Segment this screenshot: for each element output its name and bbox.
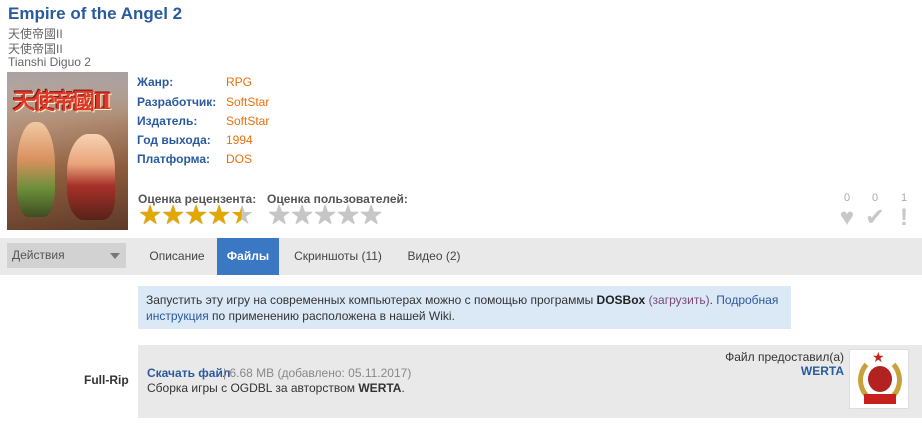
year-label: Год выхода: <box>137 133 211 147</box>
star-icon[interactable]: ★ <box>290 202 314 229</box>
actions-dropdown[interactable]: Действия <box>7 243 126 268</box>
reviewer-rating-stars: ★ ★ ★ ★ ★ <box>138 200 255 231</box>
tab-video[interactable]: Видео (2) <box>396 238 472 275</box>
developer-value[interactable]: SoftStar <box>226 95 269 109</box>
game-title: Empire of the Angel 2 <box>8 4 183 23</box>
provided-by-label: Файл предоставил(а) <box>725 350 844 364</box>
file-type-label: Full-Rip <box>84 373 129 387</box>
exclamation-icon[interactable]: ! <box>892 206 916 230</box>
file-meta: | 6.68 MB (добавлено: 05.11.2017) <box>223 366 412 380</box>
file-desc-text: . <box>401 381 405 395</box>
tab-screenshots[interactable]: Скриншоты (11) <box>283 238 393 275</box>
publisher-label: Издатель: <box>137 114 198 128</box>
cover-figure <box>67 134 115 220</box>
avatar[interactable]: ★ <box>849 349 909 409</box>
uploader-name-link[interactable]: WERTA <box>725 364 844 378</box>
dosbox-notice: Запустить эту игру на современных компью… <box>138 286 791 329</box>
genre-label: Жанр: <box>137 75 174 89</box>
file-desc-author: WERTA <box>358 381 402 395</box>
report-vote[interactable]: 1 ! <box>892 192 916 230</box>
globe-emblem-icon <box>868 366 892 392</box>
platform-label: Платформа: <box>137 152 211 166</box>
favorite-count: 0 <box>843 192 851 204</box>
dosbox-name: DOSBox <box>596 293 646 307</box>
star-icon: ★ <box>138 200 163 231</box>
star-icon[interactable]: ★ <box>313 202 337 229</box>
chevron-down-icon <box>110 253 120 259</box>
star-icon: ★ <box>184 200 209 231</box>
favorite-vote[interactable]: 0 ♥ <box>835 192 859 230</box>
developer-label: Разработчик: <box>137 95 217 109</box>
star-icon[interactable]: ★ <box>267 202 291 229</box>
star-icon: ★ <box>230 200 255 231</box>
checkmark-icon[interactable]: ✔ <box>863 206 887 230</box>
actions-label: Действия <box>12 248 65 262</box>
year-value[interactable]: 1994 <box>226 133 253 147</box>
genre-value[interactable]: RPG <box>226 75 252 89</box>
tab-description[interactable]: Описание <box>138 238 216 275</box>
user-rating-stars[interactable]: ★ ★ ★ ★ ★ <box>267 202 383 229</box>
completed-vote[interactable]: 0 ✔ <box>863 192 887 230</box>
publisher-value[interactable]: SoftStar <box>226 114 269 128</box>
cover-logo-text: 天使帝國II <box>13 89 112 115</box>
tab-files[interactable]: Файлы <box>217 238 279 275</box>
file-desc-text: Сборка игры с OGDBL за авторством <box>147 381 359 395</box>
uploader-info: Файл предоставил(а) WERTA <box>725 350 844 378</box>
game-cover-image[interactable]: 天使帝國II <box>7 72 128 230</box>
star-icon: ★ <box>161 200 186 231</box>
star-icon: ★ <box>207 200 232 231</box>
star-icon[interactable]: ★ <box>336 202 360 229</box>
file-description: Сборка игры с OGDBL за авторством WERTA. <box>147 381 405 395</box>
file-entry: Скачать файл | 6.68 MB (добавлено: 05.11… <box>138 345 922 418</box>
notice-text: по применению расположена в нашей Wiki. <box>208 309 455 323</box>
notice-text: Запустить эту игру на современных компью… <box>146 293 597 307</box>
report-count: 1 <box>900 192 908 204</box>
completed-count: 0 <box>871 192 879 204</box>
download-file-link[interactable]: Скачать файл <box>147 366 230 380</box>
platform-value[interactable]: DOS <box>226 152 252 166</box>
heart-icon[interactable]: ♥ <box>835 206 859 230</box>
cover-figure <box>17 122 55 217</box>
dosbox-download-link[interactable]: (загрузить) <box>649 293 710 307</box>
star-icon[interactable]: ★ <box>359 202 383 229</box>
alt-title: Tianshi Diguo 2 <box>8 55 91 69</box>
ribbon-emblem-icon <box>864 394 896 404</box>
